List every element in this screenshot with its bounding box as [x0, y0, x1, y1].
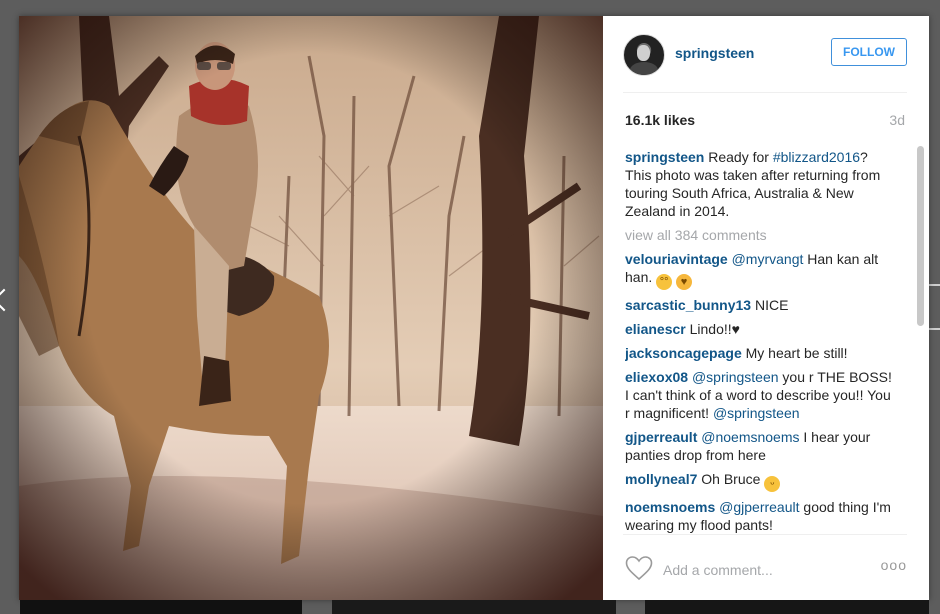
- comment-text: Lindo!!♥: [689, 321, 740, 337]
- mention-link[interactable]: @noemsnoems: [701, 429, 799, 445]
- mention-link[interactable]: @gjperreault: [719, 499, 799, 515]
- post-header: springsteen FOLLOW: [623, 16, 907, 93]
- grin-emoji-icon: ᵕ: [764, 476, 781, 492]
- comment-user[interactable]: gjperreault: [625, 429, 697, 445]
- username-link[interactable]: springsteen: [675, 45, 754, 61]
- chevron-left-icon[interactable]: [0, 288, 16, 312]
- comment-user[interactable]: mollyneal7: [625, 471, 697, 487]
- list-item: eliexox08 @springsteen you r THE BOSS! I…: [625, 368, 893, 422]
- comment-user[interactable]: jacksoncagepage: [625, 345, 742, 361]
- post-stats: 16.1k likes 3d: [625, 112, 905, 130]
- comment-user[interactable]: noemsnoems: [625, 499, 715, 515]
- list-item: sarcastic_bunny13 NICE: [625, 296, 893, 314]
- likes-count[interactable]: 16.1k likes: [625, 112, 695, 128]
- post-modal: springsteen FOLLOW 16.1k likes 3d spring…: [19, 16, 929, 600]
- comment-user[interactable]: velouriavintage: [625, 251, 728, 267]
- post-age: 3d: [889, 112, 905, 128]
- caption: springsteen Ready for #blizzard2016? Thi…: [625, 148, 893, 220]
- horse-rider-photo: [19, 16, 603, 600]
- list-item: velouriavintage @myrvangt Han kan alt ha…: [625, 250, 893, 290]
- follow-button[interactable]: FOLLOW: [831, 38, 907, 66]
- list-item: gjperreault @noemsnoems I hear your pant…: [625, 428, 893, 464]
- comment-user[interactable]: sarcastic_bunny13: [625, 297, 751, 313]
- add-comment-input[interactable]: [663, 561, 863, 579]
- thumbnail-image[interactable]: [645, 600, 929, 614]
- list-item: mollyneal7 Oh Bruce ᵕ: [625, 470, 893, 492]
- comment-text: Oh Bruce: [701, 471, 765, 487]
- comment-text: NICE: [754, 297, 789, 313]
- view-all-comments-link[interactable]: view all 384 comments: [625, 226, 893, 244]
- comments-scrollbar[interactable]: [917, 146, 924, 326]
- caption-text: Ready for: [708, 149, 773, 165]
- thumbnail-image[interactable]: [20, 600, 302, 614]
- mention-link[interactable]: @springsteen: [692, 369, 779, 385]
- hashtag-link[interactable]: #blizzard2016: [773, 149, 860, 165]
- list-item: elianescr Lindo!!♥: [625, 320, 893, 338]
- thumbnail-image[interactable]: [332, 600, 616, 614]
- post-footer: ooo: [623, 534, 907, 601]
- heart-icon[interactable]: [625, 555, 653, 581]
- list-item: jacksoncagepage My heart be still!: [625, 344, 893, 362]
- mention-link[interactable]: @springsteen: [713, 405, 800, 421]
- comment-user[interactable]: springsteen: [625, 149, 704, 165]
- comments-list: springsteen Ready for #blizzard2016? Thi…: [625, 148, 893, 534]
- post-photo[interactable]: [19, 16, 603, 600]
- mention-link[interactable]: @myrvangt: [732, 251, 804, 267]
- comment-user[interactable]: elianescr: [625, 321, 686, 337]
- comment-text: My heart be still!: [745, 345, 848, 361]
- list-item: noemsnoems @gjperreault good thing I'm w…: [625, 498, 893, 534]
- comment-user[interactable]: eliexox08: [625, 369, 688, 385]
- more-options-icon[interactable]: ooo: [881, 557, 907, 573]
- avatar-shoulders: [630, 62, 658, 75]
- avatar-face: [637, 45, 650, 61]
- post-details-panel: springsteen FOLLOW 16.1k likes 3d spring…: [603, 16, 929, 600]
- flushed-emoji-icon: °°: [656, 274, 673, 290]
- avatar[interactable]: [623, 34, 665, 76]
- kiss-emoji-icon: ♥: [676, 274, 693, 290]
